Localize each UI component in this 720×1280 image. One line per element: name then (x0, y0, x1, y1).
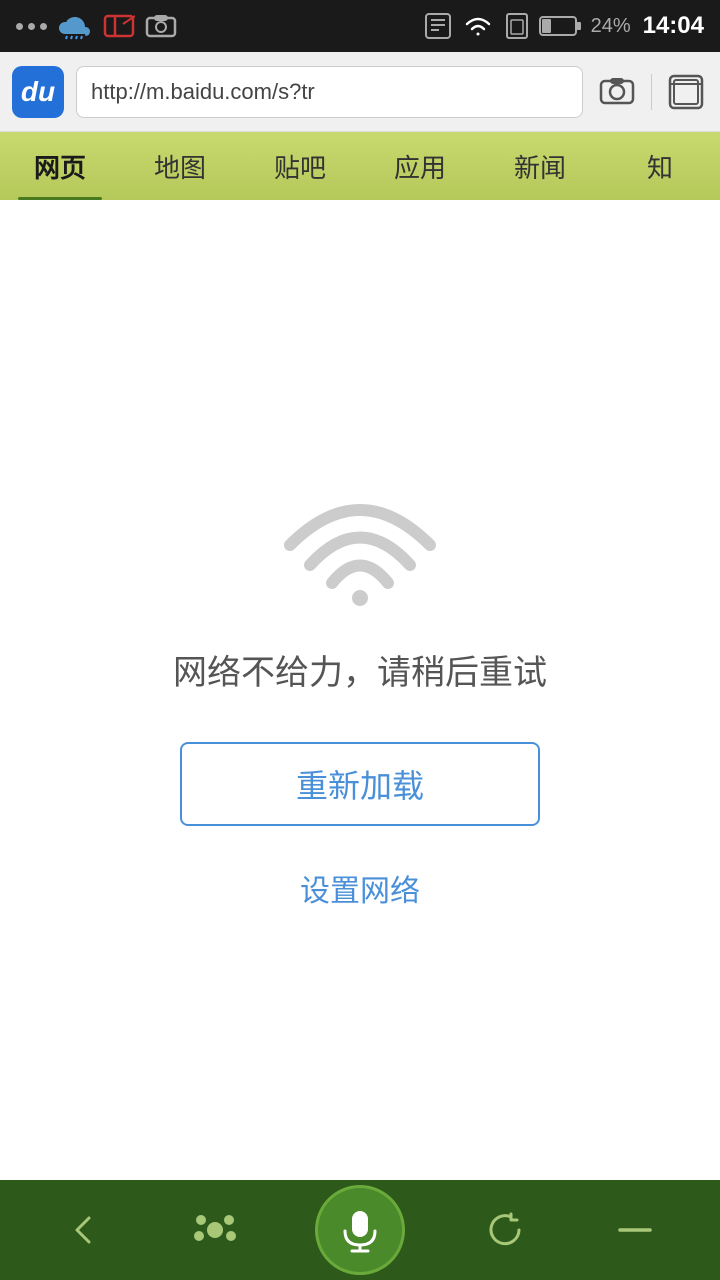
cloud-icon (57, 12, 93, 40)
baidu-home-button[interactable] (185, 1200, 245, 1260)
reload-button[interactable]: 重新加载 (180, 742, 540, 826)
dot2 (28, 23, 35, 30)
settings-link[interactable]: 设置网络 (300, 866, 420, 910)
tab-map[interactable]: 地图 (120, 132, 240, 200)
menu-button[interactable] (605, 1200, 665, 1260)
tab-tieba[interactable]: 贴吧 (240, 132, 360, 200)
baidu-logo-text: du (21, 76, 55, 108)
url-input[interactable] (76, 66, 583, 118)
tab-apps[interactable]: 应用 (360, 132, 480, 200)
signal-icon (103, 12, 135, 40)
camera-status-icon (145, 12, 177, 40)
sim2-icon (503, 12, 531, 40)
baidu-logo[interactable]: du (12, 66, 64, 118)
status-dots (16, 23, 47, 30)
tab-news[interactable]: 新闻 (480, 132, 600, 200)
wifi-error-icon (280, 470, 440, 615)
address-bar: du (0, 52, 720, 132)
error-message: 网络不给力，请稍后重试 (173, 645, 547, 694)
tab-zhidao[interactable]: 知 (600, 132, 720, 200)
time-display: 14:04 (643, 12, 704, 40)
status-left (16, 12, 177, 40)
wifi-status-icon (461, 12, 495, 40)
refresh-button[interactable] (475, 1200, 535, 1260)
main-content: 网络不给力，请稍后重试 重新加载 设置网络 (0, 200, 720, 1180)
sim-icon (423, 12, 453, 40)
camera-button[interactable] (595, 70, 639, 114)
battery-text: 24% (591, 15, 631, 38)
status-right: 24% 14:04 (423, 12, 704, 40)
mic-button[interactable] (315, 1185, 405, 1275)
nav-tabs: 网页 地图 贴吧 应用 新闻 知 (0, 132, 720, 200)
dot3 (40, 23, 47, 30)
status-bar: 24% 14:04 (0, 0, 720, 52)
bottom-bar (0, 1180, 720, 1280)
dot1 (16, 23, 23, 30)
separator (651, 74, 652, 110)
tab-button[interactable] (664, 70, 708, 114)
battery-icon (539, 14, 583, 38)
tab-webpage[interactable]: 网页 (0, 132, 120, 200)
back-button[interactable] (55, 1200, 115, 1260)
